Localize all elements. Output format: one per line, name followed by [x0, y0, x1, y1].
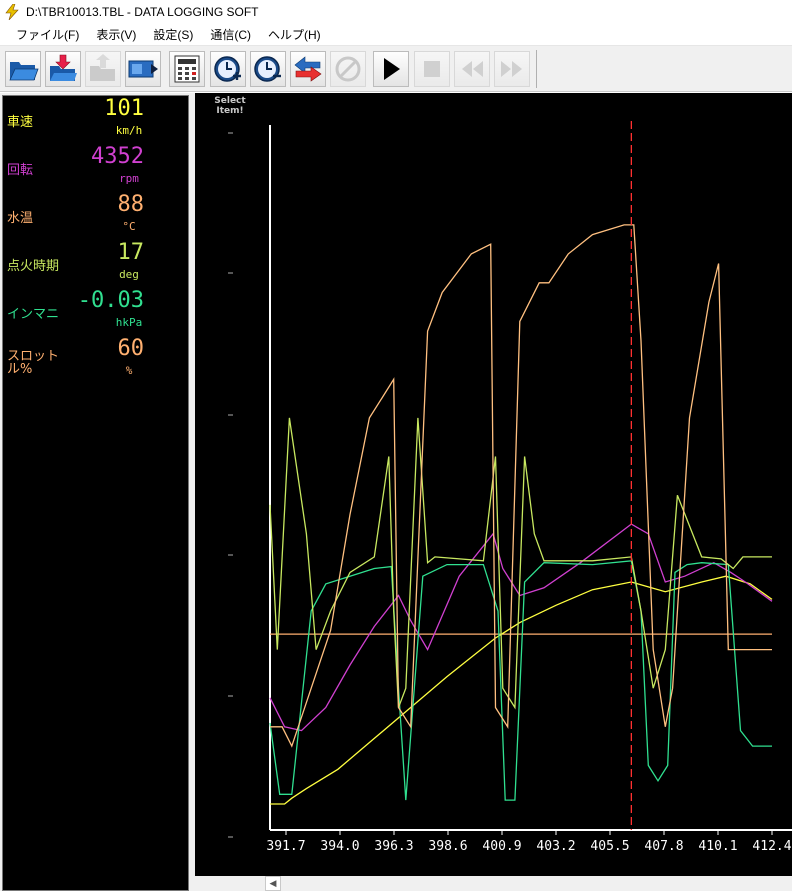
menu-settings[interactable]: 設定(S) [144, 24, 201, 46]
toolbar-separator [536, 50, 537, 88]
swap-arrows-icon [294, 56, 322, 82]
download-save-button[interactable] [45, 51, 81, 87]
readout-unit: deg [119, 268, 139, 281]
readout-throttle[interactable]: スロット ル% 60 % [3, 336, 188, 384]
clock-minus-icon [254, 56, 281, 82]
readout-list: 車速 101 km/h 回転 4352 rpm 水温 88 °C 点火時期 17… [2, 95, 189, 891]
no-entry-icon [335, 56, 361, 82]
readout-value: 17 [117, 240, 145, 265]
x-tick-label: 400.9 [482, 839, 521, 854]
x-tick-label: 405.5 [590, 839, 629, 854]
readout-value: 60 [117, 336, 145, 361]
readout-label: 回転 [7, 163, 34, 178]
select-item-label: Select Item! [214, 96, 246, 116]
horizontal-scrollbar[interactable]: ◀ [195, 876, 792, 891]
open-folder-icon [9, 62, 39, 81]
readout-label: スロット ル% [7, 349, 60, 377]
readout-label: 車速 [7, 115, 34, 130]
readout-value: 88 [117, 192, 145, 217]
play-button[interactable] [373, 51, 409, 87]
menu-communication[interactable]: 通信(C) [201, 24, 259, 46]
readout-unit: hkPa [115, 316, 143, 329]
readout-value: 101 [104, 96, 144, 121]
readout-water-temp[interactable]: 水温 88 °C [3, 192, 188, 240]
calculator-list-icon [174, 55, 200, 83]
readout-unit: rpm [119, 172, 139, 185]
transfer-button[interactable] [125, 51, 161, 87]
app-lightning-icon [5, 4, 19, 20]
folder-download-icon [50, 54, 77, 81]
readout-label: インマニ [7, 307, 60, 322]
log-chart[interactable]: Select Item! 391.7 394.0 396.3 398.6 400.9 403.… [195, 93, 792, 876]
play-icon [384, 58, 400, 80]
readout-manifold-pressure[interactable]: インマニ -0.03 hkPa [3, 288, 188, 336]
readout-unit: km/h [115, 124, 143, 137]
zoom-in-time-button[interactable] [210, 51, 246, 87]
menu-help[interactable]: ヘルプ(H) [259, 24, 329, 46]
stop-icon [424, 61, 440, 77]
rewind-icon [462, 61, 483, 77]
menu-view[interactable]: 表示(V) [87, 24, 144, 46]
x-tick-label: 403.2 [536, 839, 575, 854]
window-title: D:\TBR10013.TBL - DATA LOGGING SOFT [26, 5, 259, 19]
open-folder-button[interactable] [5, 51, 41, 87]
fast-forward-icon [501, 61, 522, 77]
x-tick-label: 394.0 [320, 839, 359, 854]
export-button[interactable] [85, 51, 121, 87]
readout-speed[interactable]: 車速 101 km/h [3, 96, 188, 144]
readout-label: 点火時期 [7, 259, 60, 274]
rewind-button[interactable] [454, 51, 490, 87]
readout-unit: % [125, 364, 133, 377]
readout-ignition-timing[interactable]: 点火時期 17 deg [3, 240, 188, 288]
readout-label: 水温 [7, 211, 34, 226]
x-tick-label: 391.7 [266, 839, 305, 854]
tape-transfer-icon [128, 60, 158, 78]
x-tick-label: 398.6 [428, 839, 467, 854]
stop-button[interactable] [414, 51, 450, 87]
scroll-left-arrow[interactable]: ◀ [265, 876, 281, 891]
fast-forward-button[interactable] [494, 51, 530, 87]
title-bar: D:\TBR10013.TBL - DATA LOGGING SOFT [0, 0, 792, 24]
readout-rpm[interactable]: 回転 4352 rpm [3, 144, 188, 192]
swap-button[interactable] [290, 51, 326, 87]
readout-value: 4352 [91, 144, 144, 169]
x-tick-label: 412.4 [752, 839, 791, 854]
zoom-out-time-button[interactable] [250, 51, 286, 87]
x-tick-label: 407.8 [644, 839, 683, 854]
x-tick-label: 410.1 [698, 839, 737, 854]
folder-export-icon [90, 54, 115, 81]
toolbar [0, 46, 792, 92]
series-line-manifold [269, 560, 772, 801]
cancel-button[interactable] [330, 51, 366, 87]
readout-value: -0.03 [77, 288, 144, 313]
readout-unit: °C [122, 220, 136, 233]
menu-file[interactable]: ファイル(F) [0, 24, 87, 46]
series-line-speed [270, 575, 773, 805]
chart-area[interactable]: Select Item! 391.7 394.0 396.3 398.6 400.9 403.… [195, 93, 792, 876]
x-tick-label: 396.3 [374, 839, 413, 854]
data-list-button[interactable] [169, 51, 205, 87]
clock-plus-icon [214, 56, 241, 82]
readout-panel: 車速 101 km/h 回転 4352 rpm 水温 88 °C 点火時期 17… [0, 93, 193, 891]
menu-bar: ファイル(F) 表示(V) 設定(S) 通信(C) ヘルプ(H) [0, 24, 792, 46]
